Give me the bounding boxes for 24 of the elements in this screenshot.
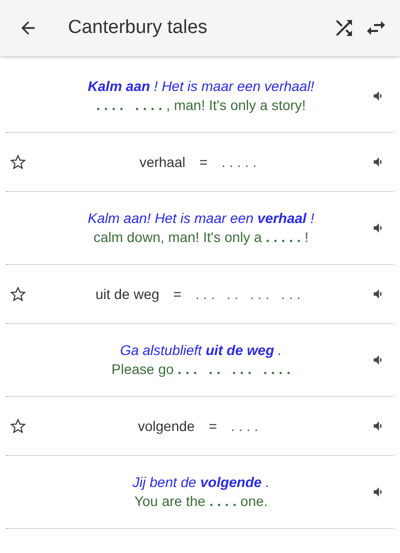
answer-blank: . . . . . [222,154,257,170]
english-sentence: You are the . . . . one. [134,492,268,511]
star-icon [10,418,26,434]
dutch-sentence: Kalm aan! Het is maar een verhaal ! [88,209,314,228]
screen-title: Canterbury tales [68,17,208,39]
dutch-sentence: Ga alstublieft uit de weg . [120,341,282,360]
answer-blank: . . . . . . . . . . . [195,286,301,302]
dutch-word: verhaal [139,154,186,170]
dutch-sentence: Kalm aan ! Het is maar een verhaal! [88,77,314,96]
equals-sign: = [173,286,182,302]
english-sentence: Please go . . . . . . . . . . . . [112,360,290,379]
star-button[interactable] [8,416,28,436]
dutch-sentence: Jij bent de volgende . [132,473,270,492]
star-button[interactable] [8,284,28,304]
star-icon [10,154,26,170]
english-sentence: . . . . . . . . , man! It's only a story! [96,96,306,115]
star-button[interactable] [8,152,28,172]
answer-blank: . . . . [230,418,258,434]
star-icon [10,286,26,302]
english-sentence: calm down, man! It's only a . . . . . ! [93,228,309,247]
dutch-word: volgende [138,418,195,434]
equals-sign: = [199,154,208,170]
equals-sign: = [208,418,217,434]
dutch-word: uit de weg [95,286,160,302]
